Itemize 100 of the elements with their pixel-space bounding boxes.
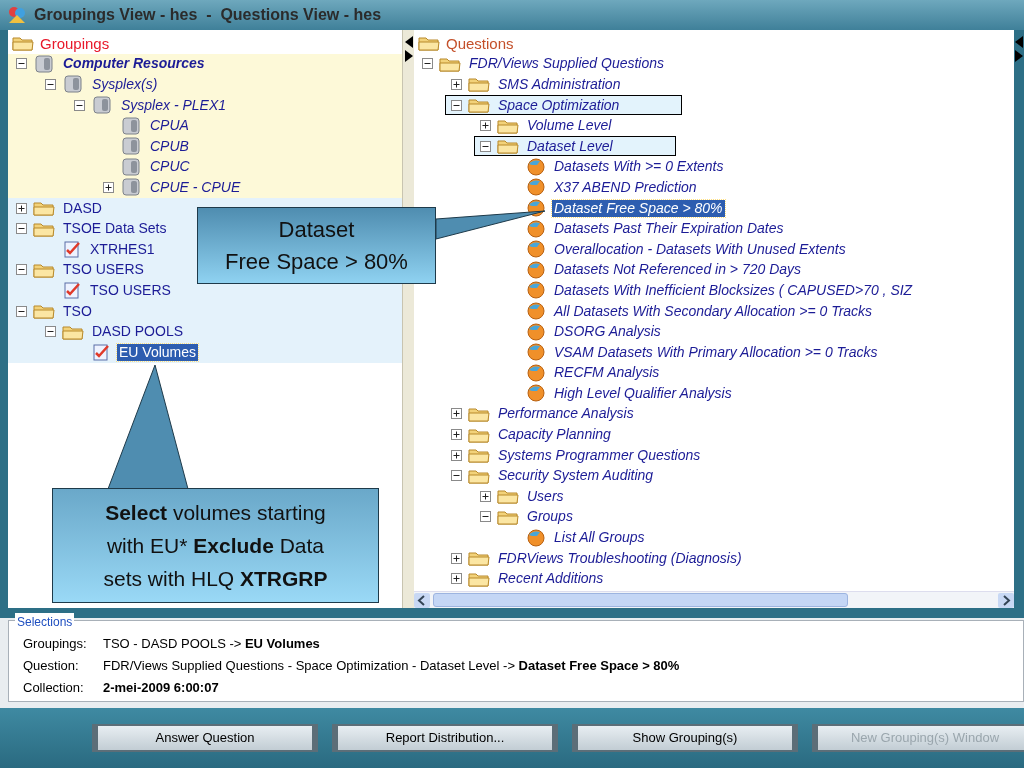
selection-value: TSO - DASD POOLS -> EU Volumes [103, 635, 320, 654]
globe-icon [526, 384, 546, 403]
tree-item[interactable]: Performance Analysis [496, 405, 636, 423]
expand-icon[interactable] [451, 429, 462, 441]
tree-item[interactable]: FDR/Views Supplied Questions [467, 55, 667, 73]
tree-item[interactable]: Space Optimization [496, 96, 622, 114]
scroll-right-icon[interactable] [998, 592, 1014, 608]
collapse-icon[interactable] [16, 223, 27, 235]
tree-item[interactable]: Users [525, 487, 566, 505]
tree-item[interactable]: Datasets Past Their Expiration Dates [552, 220, 786, 238]
tree-item[interactable]: SMS Administration [496, 76, 623, 93]
server-icon [91, 96, 113, 115]
tree-item[interactable]: Capacity Planning [496, 426, 613, 444]
window-title: Groupings View - hes - Questions View - hes [34, 5, 382, 25]
horizontal-scrollbar[interactable] [414, 591, 1014, 608]
expand-icon[interactable] [451, 449, 462, 461]
scroll-left-icon[interactable] [414, 592, 430, 608]
expand-icon[interactable] [451, 552, 462, 564]
collapse-icon[interactable] [16, 58, 27, 70]
tree-item[interactable]: Systems Programmer Questions [496, 446, 703, 464]
tree-item[interactable]: VSAM Datasets With Primary Allocation >= 0 Tracks [552, 343, 880, 361]
folder-icon [497, 488, 519, 505]
tree-item[interactable]: FDRViews Troubleshooting (Diagnosis) [496, 549, 744, 567]
action-button[interactable]: Answer Question [92, 724, 318, 752]
scrollbar-thumb[interactable] [433, 593, 848, 607]
selection-value: 2-mei-2009 6:00:07 [103, 679, 219, 698]
server-icon [120, 137, 142, 156]
tree-item[interactable]: Recent Additions [496, 570, 606, 588]
tree-item[interactable]: DASD [61, 199, 104, 217]
tree-item[interactable]: CPUC [148, 158, 192, 176]
folder-icon [62, 323, 84, 340]
tree-item[interactable]: CPUA [148, 117, 191, 135]
collapse-icon[interactable] [45, 326, 56, 338]
folder-icon [33, 261, 55, 278]
expand-icon[interactable] [480, 490, 491, 502]
action-button[interactable]: Report Distribution... [332, 724, 558, 752]
tree-item[interactable]: Dataset Free Space > 80% [552, 199, 725, 217]
collapse-icon[interactable] [74, 99, 85, 111]
tree-item[interactable]: Datasets With Inefficient Blocksizes ( CAPUSED>70 , SIZ [552, 281, 915, 299]
collapse-icon[interactable] [451, 470, 462, 482]
folder-icon [468, 467, 490, 484]
folder-icon [33, 200, 55, 217]
collapse-icon[interactable] [480, 511, 491, 523]
collapse-icon[interactable] [480, 140, 491, 152]
tree-item[interactable]: DSORG Analysis [552, 323, 663, 341]
tree-item[interactable]: All Datasets With Secondary Allocation >= 0 Tracks [552, 302, 875, 320]
folder-icon [468, 426, 490, 443]
tree-item[interactable]: TSO USERS [61, 261, 146, 279]
left-arrow-icon[interactable] [404, 36, 413, 48]
server-icon [33, 54, 55, 73]
selection-label: Collection: [23, 679, 85, 698]
tree-item[interactable]: CPUE - CPUE [148, 178, 243, 196]
globe-icon [526, 260, 546, 279]
expand-icon[interactable] [451, 573, 462, 585]
collapse-icon[interactable] [16, 305, 27, 317]
tree-item[interactable]: XTRHES1 [88, 240, 157, 258]
folder-icon [497, 117, 519, 134]
selection-label: Question: [23, 657, 80, 676]
tree-item[interactable]: Sysplex(s) [90, 76, 160, 93]
folder-icon [468, 550, 490, 567]
tree-item[interactable]: Datasets Not Referenced in > 720 Days [552, 261, 804, 279]
tree-root[interactable]: Questions [446, 34, 514, 52]
tree-item[interactable]: Overallocation - Datasets With Unused Extents [552, 240, 848, 258]
tree-item[interactable]: Computer Resources [61, 55, 207, 73]
folder-icon [497, 138, 519, 155]
expand-icon[interactable] [480, 120, 491, 132]
folder-icon [418, 35, 440, 52]
globe-icon [526, 157, 546, 176]
tree-item[interactable]: Volume Level [525, 117, 614, 135]
selection-label: Groupings: [23, 635, 88, 654]
collapse-icon[interactable] [422, 58, 433, 70]
folder-icon [33, 220, 55, 237]
expand-icon[interactable] [451, 408, 462, 420]
expand-icon[interactable] [16, 202, 27, 214]
collapse-icon[interactable] [451, 99, 462, 111]
globe-icon [526, 178, 546, 197]
tree-item[interactable]: TSO USERS [88, 281, 173, 299]
tree-item[interactable]: High Level Qualifier Analysis [552, 384, 734, 402]
tree-item[interactable]: List All Groups [552, 529, 647, 547]
selection-value: FDR/Views Supplied Questions - Space Optimization - Dataset Level -> Dataset Free Space > 80% [103, 657, 680, 676]
globe-icon [526, 281, 546, 300]
tree-item[interactable]: X37 ABEND Prediction [552, 178, 699, 196]
tree-item[interactable]: CPUB [148, 137, 191, 155]
tree-item[interactable]: Groups [525, 508, 575, 526]
tree-item[interactable]: EU Volumes [117, 343, 199, 361]
tree-item[interactable]: RECFM Analysis [552, 364, 662, 382]
tree-root[interactable]: Groupings [40, 34, 110, 52]
action-button[interactable]: Show Grouping(s) [572, 724, 798, 752]
right-arrow-icon[interactable] [404, 50, 413, 62]
tree-item[interactable]: TSO [61, 302, 94, 320]
expand-icon[interactable] [451, 79, 462, 90]
tree-item[interactable]: DASD POOLS [90, 323, 186, 341]
tree-item[interactable]: Security System Auditing [496, 467, 656, 485]
tree-item[interactable]: Datasets With >= 0 Extents [552, 158, 726, 176]
collapse-icon[interactable] [16, 264, 27, 276]
collapse-icon[interactable] [45, 79, 56, 90]
tree-item[interactable]: Sysplex - PLEX1 [119, 96, 229, 114]
tree-item[interactable]: Dataset Level [525, 137, 615, 155]
expand-icon[interactable] [103, 181, 114, 193]
tree-item[interactable]: TSOE Data Sets [61, 220, 169, 238]
